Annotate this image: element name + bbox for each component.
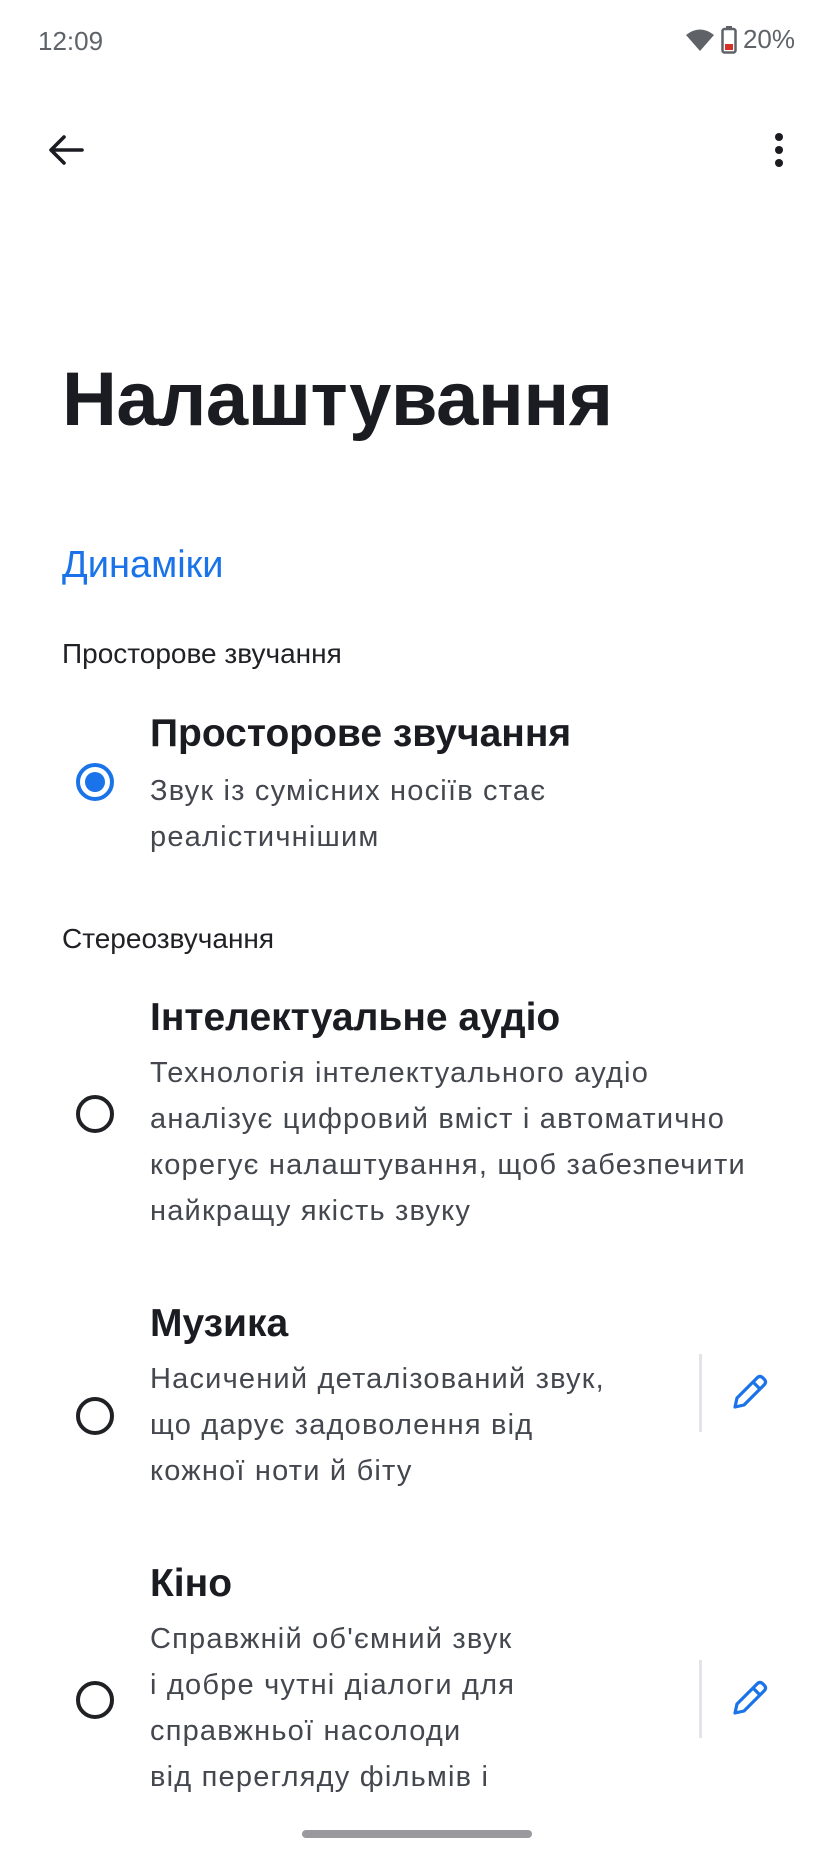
description-line: кожної ноти й біту [150,1455,413,1487]
section-header: Динаміки [62,544,224,586]
description-line: Насичений деталізований звук, [150,1363,605,1395]
option-description: Справжній об'ємний звук і добре чутні ді… [150,1616,515,1800]
radio-music[interactable] [76,1397,114,1435]
status-icons: 20% [685,24,795,55]
option-title: Музика [150,1302,289,1345]
description-line: що дарує задоволення від [150,1409,534,1441]
more-vertical-icon [775,133,783,167]
option-title: Просторове звучання [150,712,572,755]
group-label-stereo: Стереозвучання [62,923,275,954]
option-music[interactable]: Музика Насичений деталізований звук, що … [0,1296,835,1506]
description-line: справжньої насолоди [150,1715,462,1747]
option-description: Звук із сумісних носіїв стає реалістичні… [150,768,546,860]
option-title: Кіно [150,1562,233,1605]
back-arrow-icon [49,135,84,165]
edit-music-button[interactable] [718,1360,782,1424]
description-line: корегує налаштування, щоб забезпечити [150,1149,746,1181]
page-title: Налаштування [62,357,613,442]
option-spatial-audio[interactable]: Просторове звучання Звук із сумісних нос… [0,700,835,870]
description-line: реалістичнішим [150,821,380,853]
more-options-button[interactable] [743,114,815,186]
radio-cinema[interactable] [76,1681,114,1719]
description-line: і добре чутні діалоги для [150,1669,516,1701]
navigation-handle[interactable] [302,1830,532,1838]
option-intelligent-audio[interactable]: Інтелектуальне аудіо Технологія інтелект… [0,990,835,1240]
app-bar [0,100,835,212]
description-line: Звук із сумісних носіїв стає [150,775,547,807]
description-line: аналізує цифровий вміст і автоматично [150,1103,726,1135]
battery-icon [721,25,737,54]
radio-spatial-audio[interactable] [76,763,114,801]
pencil-icon [733,1374,768,1409]
option-description: Насичений деталізований звук, що дарує з… [150,1356,605,1494]
status-bar: 12:09 20% [0,0,835,86]
edit-cinema-button[interactable] [718,1666,782,1730]
group-label-spatial: Просторове звучання [62,638,342,669]
option-title: Інтелектуальне аудіо [150,996,561,1039]
pencil-icon [733,1680,768,1715]
divider [699,1660,702,1738]
option-description: Технологія інтелектуального аудіо аналіз… [150,1050,746,1234]
back-button[interactable] [30,114,102,186]
radio-intelligent-audio[interactable] [76,1095,114,1133]
description-line: Технологія інтелектуального аудіо [150,1057,650,1089]
option-cinema[interactable]: Кіно Справжній об'ємний звук і добре чут… [0,1556,835,1806]
status-time: 12:09 [38,26,104,56]
battery-percent: 20% [742,24,795,54]
divider [699,1354,702,1432]
description-line: Справжній об'ємний звук [150,1623,513,1655]
radio-dot [85,772,105,792]
wifi-icon [685,28,715,52]
description-line: найкращу якість звуку [150,1195,472,1227]
description-line: від перегляду фільмів і [150,1761,490,1793]
